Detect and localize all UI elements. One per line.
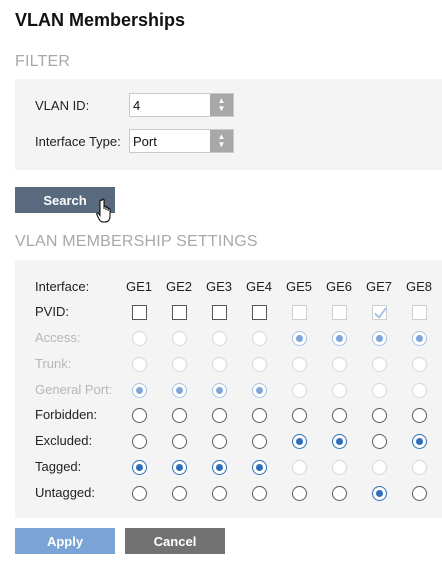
page-title: VLAN Memberships bbox=[15, 10, 186, 30]
excluded-radio-ge6[interactable] bbox=[332, 434, 347, 449]
access-radio-ge4 bbox=[252, 331, 267, 346]
forbidden-radio-ge1[interactable] bbox=[132, 408, 147, 423]
general-port-radio-ge1 bbox=[132, 383, 147, 398]
forbidden-radio-ge5[interactable] bbox=[292, 408, 307, 423]
access-radio-ge1 bbox=[132, 331, 147, 346]
forbidden-radio-ge2[interactable] bbox=[172, 408, 187, 423]
general-port-radio-ge6 bbox=[332, 383, 347, 398]
untagged-radio-ge1[interactable] bbox=[132, 486, 147, 501]
excluded-radio-ge1[interactable] bbox=[132, 434, 147, 449]
pvid-checkbox-ge2[interactable] bbox=[172, 305, 187, 320]
untagged-radio-ge3[interactable] bbox=[212, 486, 227, 501]
tagged-radio-ge6 bbox=[332, 460, 347, 475]
general-port-radio-ge8 bbox=[412, 383, 427, 398]
trunk-radio-ge8 bbox=[412, 357, 427, 372]
interface-type-select[interactable]: Port ▲ ▼ bbox=[129, 129, 234, 153]
hand-cursor-icon bbox=[96, 198, 111, 223]
untagged-radio-ge7[interactable] bbox=[372, 486, 387, 501]
row-label-tagged: Tagged: bbox=[35, 459, 82, 474]
pvid-checkbox-ge1[interactable] bbox=[132, 305, 147, 320]
pvid-checkbox-ge8 bbox=[412, 305, 427, 320]
row-label-forbidden: Forbidden: bbox=[35, 407, 98, 422]
column-header-ge5: GE5 bbox=[285, 279, 312, 294]
row-label-general-port: General Port: bbox=[35, 382, 113, 397]
tagged-radio-ge1[interactable] bbox=[132, 460, 147, 475]
untagged-radio-ge5[interactable] bbox=[292, 486, 307, 501]
untagged-radio-ge2[interactable] bbox=[172, 486, 187, 501]
row-label-excluded: Excluded: bbox=[35, 433, 93, 448]
access-radio-ge6 bbox=[332, 331, 347, 346]
trunk-radio-ge4 bbox=[252, 357, 267, 372]
general-port-radio-ge4 bbox=[252, 383, 267, 398]
access-radio-ge7 bbox=[372, 331, 387, 346]
row-label-untagged: Untagged: bbox=[35, 485, 95, 500]
filter-heading: FILTER bbox=[15, 53, 71, 70]
general-port-radio-ge7 bbox=[372, 383, 387, 398]
trunk-radio-ge1 bbox=[132, 357, 147, 372]
tagged-radio-ge5 bbox=[292, 460, 307, 475]
excluded-radio-ge4[interactable] bbox=[252, 434, 267, 449]
trunk-radio-ge3 bbox=[212, 357, 227, 372]
untagged-radio-ge4[interactable] bbox=[252, 486, 267, 501]
select-arrows-icon[interactable]: ▲ ▼ bbox=[210, 130, 233, 152]
column-header-ge1: GE1 bbox=[125, 279, 152, 294]
cancel-button[interactable]: Cancel bbox=[125, 528, 225, 554]
access-radio-ge2 bbox=[172, 331, 187, 346]
vlan-id-value: 4 bbox=[133, 98, 141, 113]
forbidden-radio-ge3[interactable] bbox=[212, 408, 227, 423]
tagged-radio-ge2[interactable] bbox=[172, 460, 187, 475]
general-port-radio-ge5 bbox=[292, 383, 307, 398]
general-port-radio-ge3 bbox=[212, 383, 227, 398]
excluded-radio-ge2[interactable] bbox=[172, 434, 187, 449]
column-header-ge8: GE8 bbox=[405, 279, 432, 294]
untagged-radio-ge6[interactable] bbox=[332, 486, 347, 501]
pvid-checkbox-ge7 bbox=[372, 305, 387, 320]
pvid-checkbox-ge3[interactable] bbox=[212, 305, 227, 320]
column-header-ge4: GE4 bbox=[245, 279, 272, 294]
tagged-radio-ge7 bbox=[372, 460, 387, 475]
spinner-arrows-icon[interactable]: ▲ ▼ bbox=[210, 94, 233, 116]
general-port-radio-ge2 bbox=[172, 383, 187, 398]
vlan-id-spinner[interactable]: 4 ▲ ▼ bbox=[129, 93, 234, 117]
tagged-radio-ge3[interactable] bbox=[212, 460, 227, 475]
trunk-radio-ge2 bbox=[172, 357, 187, 372]
apply-button[interactable]: Apply bbox=[15, 528, 115, 554]
access-radio-ge5 bbox=[292, 331, 307, 346]
trunk-radio-ge5 bbox=[292, 357, 307, 372]
trunk-radio-ge7 bbox=[372, 357, 387, 372]
access-radio-ge3 bbox=[212, 331, 227, 346]
access-radio-ge8 bbox=[412, 331, 427, 346]
interface-type-value: Port bbox=[133, 134, 157, 149]
forbidden-radio-ge4[interactable] bbox=[252, 408, 267, 423]
row-label-trunk: Trunk: bbox=[35, 356, 72, 371]
forbidden-radio-ge7[interactable] bbox=[372, 408, 387, 423]
forbidden-radio-ge6[interactable] bbox=[332, 408, 347, 423]
excluded-radio-ge7[interactable] bbox=[372, 434, 387, 449]
column-header-ge6: GE6 bbox=[325, 279, 352, 294]
interface-type-label: Interface Type: bbox=[35, 134, 121, 149]
pvid-checkbox-ge6 bbox=[332, 305, 347, 320]
filter-panel: VLAN ID: 4 ▲ ▼ Interface Type: Port ▲ ▼ bbox=[15, 79, 442, 170]
row-label-access: Access: bbox=[35, 330, 81, 345]
column-header-ge3: GE3 bbox=[205, 279, 232, 294]
trunk-radio-ge6 bbox=[332, 357, 347, 372]
interface-label: Interface: bbox=[35, 279, 90, 294]
forbidden-radio-ge8[interactable] bbox=[412, 408, 427, 423]
tagged-radio-ge8 bbox=[412, 460, 427, 475]
column-header-ge2: GE2 bbox=[165, 279, 192, 294]
pvid-checkbox-ge4[interactable] bbox=[252, 305, 267, 320]
row-label-pvid: PVID: bbox=[35, 304, 69, 319]
pvid-checkbox-ge5 bbox=[292, 305, 307, 320]
settings-heading: VLAN MEMBERSHIP SETTINGS bbox=[15, 233, 258, 250]
excluded-radio-ge3[interactable] bbox=[212, 434, 227, 449]
untagged-radio-ge8[interactable] bbox=[412, 486, 427, 501]
column-header-ge7: GE7 bbox=[365, 279, 392, 294]
excluded-radio-ge8[interactable] bbox=[412, 434, 427, 449]
excluded-radio-ge5[interactable] bbox=[292, 434, 307, 449]
vlan-id-label: VLAN ID: bbox=[35, 98, 90, 113]
tagged-radio-ge4[interactable] bbox=[252, 460, 267, 475]
